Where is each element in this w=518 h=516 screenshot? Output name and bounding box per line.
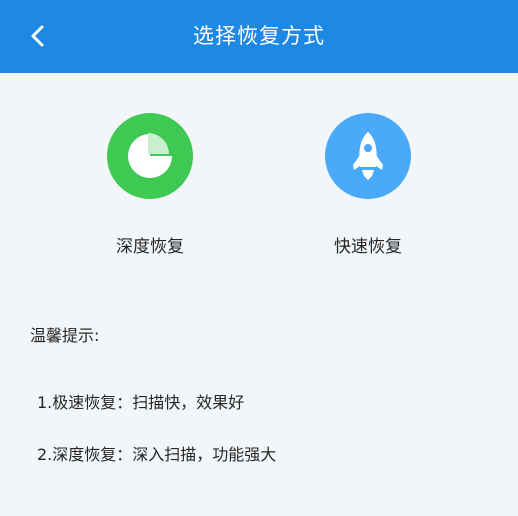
- fast-recovery-label: 快速恢复: [334, 237, 402, 257]
- tips-title: 温馨提示:: [30, 326, 100, 345]
- tip-item: 2.深度恢复：深入扫描，功能强大: [37, 445, 277, 464]
- pie-chart-icon: [128, 133, 172, 178]
- app-header: 选择恢复方式: [0, 0, 518, 73]
- page-title: 选择恢复方式: [193, 24, 325, 48]
- fast-recovery-icon-circle: [325, 113, 411, 199]
- tip-item: 1.极速恢复：扫描快，效果好: [37, 393, 245, 412]
- deep-recovery-icon-circle: [107, 113, 193, 199]
- rocket-icon: [353, 132, 383, 180]
- deep-recovery-option[interactable]: 深度恢复: [80, 113, 220, 257]
- fast-recovery-option[interactable]: 快速恢复: [298, 113, 438, 257]
- deep-recovery-label: 深度恢复: [116, 237, 184, 257]
